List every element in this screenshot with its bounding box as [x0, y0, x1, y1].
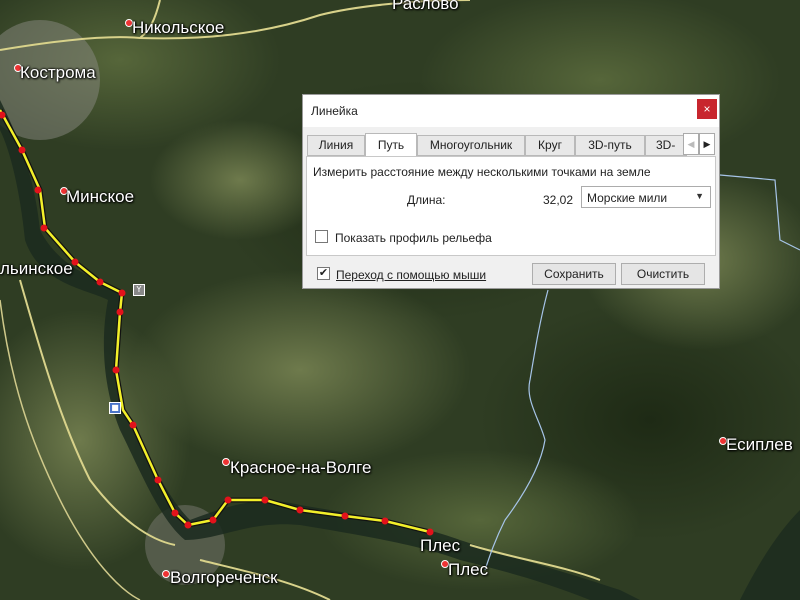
- close-button[interactable]: ×: [697, 99, 717, 119]
- path-vertex[interactable]: [341, 512, 349, 520]
- path-vertex[interactable]: [381, 517, 389, 525]
- dialog-titlebar[interactable]: Линейка ×: [303, 95, 719, 127]
- place-label-krasnoe[interactable]: Красное-на-Волге: [230, 458, 371, 478]
- tab-scroll-right-button[interactable]: ▶: [699, 133, 715, 155]
- dialog-title: Линейка: [311, 104, 358, 118]
- tab-3d-path[interactable]: 3D-путь: [575, 135, 645, 156]
- chevron-down-icon: ▼: [695, 191, 704, 201]
- path-vertex[interactable]: [209, 516, 217, 524]
- path-vertex[interactable]: [296, 506, 304, 514]
- mouse-nav-label[interactable]: Переход с помощью мыши: [336, 268, 486, 282]
- path-vertex[interactable]: [40, 224, 48, 232]
- place-marker[interactable]: [162, 570, 170, 578]
- path-vertex[interactable]: [116, 308, 124, 316]
- path-vertex[interactable]: [184, 521, 192, 529]
- length-label: Длина:: [407, 193, 446, 207]
- path-vertex[interactable]: [129, 421, 137, 429]
- place-label-kostroma[interactable]: Кострома: [20, 63, 96, 83]
- path-tab-panel: Измерить расстояние между несколькими то…: [306, 156, 716, 256]
- satellite-map[interactable]: [0, 0, 800, 600]
- bus-stop-icon[interactable]: ■: [109, 402, 121, 414]
- tab-line[interactable]: Линия: [307, 135, 365, 156]
- funnel-icon[interactable]: Y: [133, 284, 145, 296]
- place-label-minskoe[interactable]: Минское: [66, 187, 134, 207]
- length-value: 32,02: [543, 193, 574, 207]
- unit-select-value: Морские мили: [587, 191, 668, 205]
- unit-select[interactable]: Морские мили ▼: [581, 186, 711, 208]
- path-vertex[interactable]: [171, 509, 179, 517]
- place-label-nikolskoe[interactable]: Никольское: [132, 18, 224, 38]
- path-vertex[interactable]: [112, 366, 120, 374]
- tab-scroll-left-button[interactable]: ◀: [683, 133, 699, 155]
- path-vertex[interactable]: [96, 278, 104, 286]
- tab-polygon[interactable]: Многоугольник: [417, 135, 525, 156]
- place-label-ples-2[interactable]: Плес: [448, 560, 488, 580]
- tab-description: Измерить расстояние между несколькими то…: [313, 165, 651, 179]
- tab-3d-polygon[interactable]: 3D-ми: [645, 135, 687, 156]
- path-vertex[interactable]: [18, 146, 26, 154]
- show-profile-checkbox[interactable]: [315, 230, 328, 243]
- path-vertex[interactable]: [224, 496, 232, 504]
- place-marker[interactable]: [222, 458, 230, 466]
- tab-path[interactable]: Путь: [365, 133, 417, 157]
- show-profile-label[interactable]: Показать профиль рельефа: [335, 231, 492, 245]
- place-label-volgorechensk[interactable]: Волгореченск: [170, 568, 278, 588]
- tab-circle[interactable]: Круг: [525, 135, 575, 156]
- clear-button[interactable]: Очистить: [621, 263, 705, 285]
- place-label-esiplevo[interactable]: Есиплев: [726, 435, 793, 455]
- place-label-raslovo[interactable]: Раслово: [392, 0, 459, 14]
- mouse-nav-checkbox[interactable]: ✔: [317, 267, 330, 280]
- path-vertex[interactable]: [118, 289, 126, 297]
- path-vertex[interactable]: [426, 528, 434, 536]
- save-button[interactable]: Сохранить: [532, 263, 616, 285]
- place-label-ples[interactable]: Плес: [420, 536, 460, 556]
- path-vertex[interactable]: [154, 476, 162, 484]
- path-vertex[interactable]: [34, 186, 42, 194]
- ruler-dialog: Линейка × Линия Путь Многоугольник Круг …: [302, 94, 720, 289]
- path-vertex[interactable]: [261, 496, 269, 504]
- tab-bar: Линия Путь Многоугольник Круг 3D-путь 3D…: [305, 133, 717, 157]
- place-label-ilinskoe[interactable]: льинское: [0, 259, 73, 279]
